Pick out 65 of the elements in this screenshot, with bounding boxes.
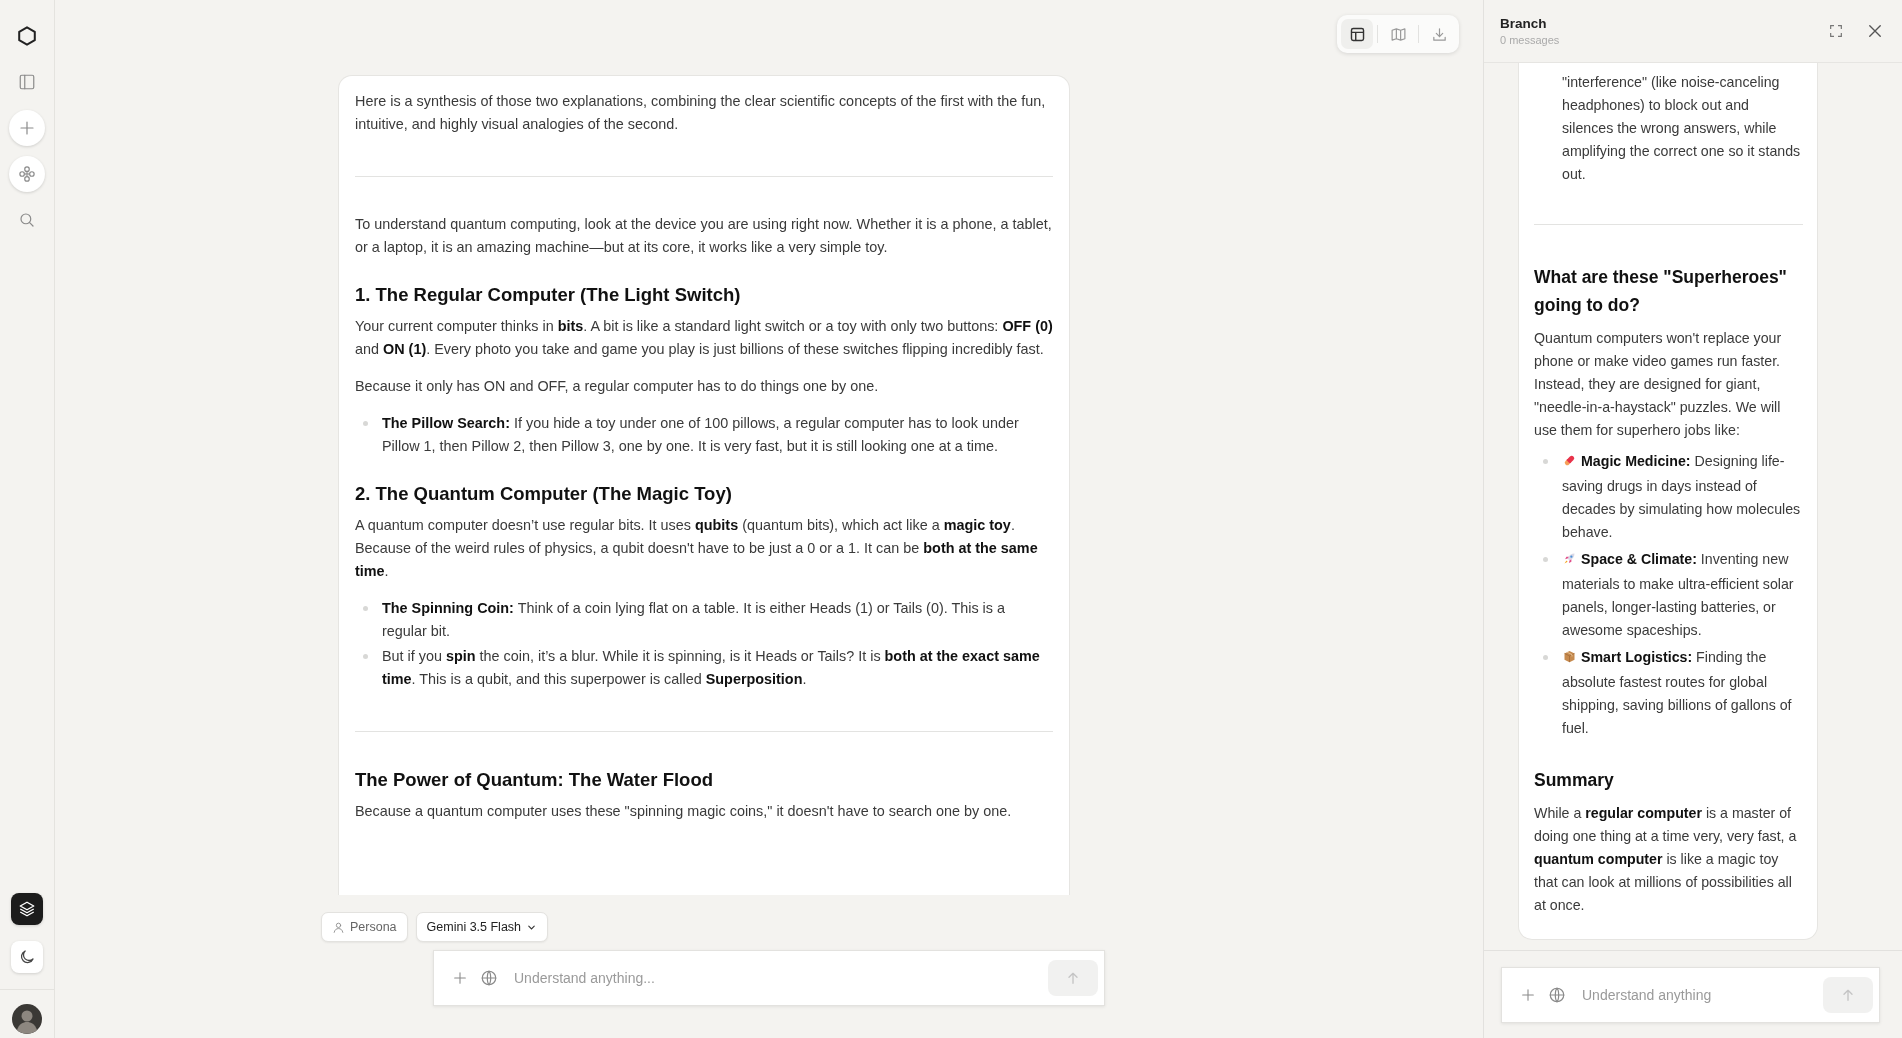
layers-icon bbox=[18, 900, 36, 918]
search-icon bbox=[18, 211, 36, 229]
heading: What are these "Superheroes" going to do? bbox=[1534, 266, 1788, 317]
attach-button[interactable] bbox=[452, 970, 468, 986]
bullet-dot bbox=[1543, 655, 1548, 660]
persona-button[interactable]: Persona bbox=[321, 912, 408, 942]
paragraph: Here is a synthesis of those two explanations, combining the clear scientific concepts of the first with the fun, intuitive, and highly visual analogies of the second. bbox=[355, 92, 1047, 134]
composer-bar[interactable]: Understand anything bbox=[1501, 966, 1880, 1023]
composer-bar[interactable]: Understand anything... bbox=[433, 950, 1105, 1006]
sidebar-button[interactable] bbox=[9, 156, 45, 192]
list-item-text: The Spinning Coin: Think of a coin lying flat on a table. It is either Heads (1) or Tails (0). This is a regular bit. bbox=[382, 600, 1005, 639]
paragraph: Because it only has ON and OFF, a regular computer has to do things one by one. bbox=[355, 377, 880, 396]
flower-icon bbox=[18, 165, 36, 183]
message-input[interactable]: Understand anything bbox=[1578, 982, 1811, 1007]
bullet-dot bbox=[363, 421, 368, 426]
globe-icon bbox=[480, 969, 498, 987]
theme-button[interactable] bbox=[11, 941, 43, 973]
paragraph: While a regular computer is a master of doing one thing at a time very, very fast, a quantum computer is like a magic toy that can look at millions of possibilities all at once. bbox=[1534, 804, 1798, 915]
expand-icon bbox=[1828, 23, 1844, 39]
rocket-icon bbox=[1562, 551, 1577, 566]
list-item-text: But if you spin the coin, it’s a blur. While it is spinning, is it Heads or Tails? It is both at the exact same time. This is a qubit, and this superpower is called Superposition. bbox=[382, 648, 1040, 687]
paragraph: Because a quantum computer uses these "spinning magic coins," it doesn't have to search one by one. bbox=[355, 802, 1013, 821]
message-count: 0 messages bbox=[1500, 34, 1560, 46]
toolbar-button[interactable] bbox=[1341, 19, 1373, 49]
heading: The Power of Quantum: The Water Flood bbox=[355, 768, 714, 792]
plus-icon bbox=[18, 119, 36, 137]
moon-icon bbox=[18, 948, 36, 966]
bullet-dot bbox=[1543, 459, 1548, 464]
download-icon bbox=[1430, 25, 1448, 43]
paragraph: Your current computer thinks in bits. A bit is like a standard light switch or a toy with only two buttons: OFF (0) and ON (1). Every photo you take and game you play is just billions of these switches flipping incredibly fast. bbox=[355, 317, 1053, 359]
person-icon bbox=[332, 920, 345, 934]
list-item-text: Smart Logistics: Finding the absolute fastest routes for global shipping, saving billions of gallons of fuel. bbox=[1562, 649, 1792, 736]
heading: Summary bbox=[1534, 769, 1615, 792]
new-chat-button[interactable] bbox=[9, 110, 45, 146]
map-icon bbox=[1389, 25, 1407, 43]
heading: 1. The Regular Computer (The Light Switch) bbox=[355, 283, 742, 307]
hexagon-logo-icon bbox=[16, 25, 38, 47]
bullet-dot bbox=[363, 606, 368, 611]
paragraph: "interference" (like noise-canceling headphones) to block out and silences the wrong answers, while amplifying the correct one so it stands out. bbox=[1561, 73, 1802, 184]
globe-icon bbox=[1548, 985, 1566, 1004]
panel-title: Branch bbox=[1500, 16, 1548, 31]
message-input[interactable]: Understand anything... bbox=[510, 966, 1036, 990]
list-item-text: Space & Climate: Inventing new materials to make ultra-efficient solar panels, longer-lasting batteries, or awesome spaceships. bbox=[1562, 551, 1794, 638]
bullet-dot bbox=[363, 654, 368, 659]
plus-icon bbox=[1520, 986, 1536, 1003]
pill-icon bbox=[1562, 453, 1577, 468]
layout-icon bbox=[1348, 25, 1366, 43]
list-item-text: Magic Medicine: Designing life-saving drugs in days instead of decades by simulating how molecules behave. bbox=[1562, 453, 1801, 540]
paragraph: A quantum computer doesn’t use regular bits. It uses qubits (quantum bits), which act like a magic toy. Because of the weird rules of physics, a qubit doesn't have to be just a 0 or a 1. It can be both at the same time. bbox=[355, 516, 1039, 581]
paragraph: To understand quantum computing, look at the device you are using right now. Whether it is a phone, a tablet, or a laptop, it is an amazing machine—but at its core, it works like a very simple toy. bbox=[355, 215, 1053, 257]
sidebar-panel-icon bbox=[18, 73, 36, 91]
attach-button[interactable] bbox=[1520, 986, 1536, 1003]
list-item-text: The Pillow Search: If you hide a toy under one of 100 pillows, a regular computer has to look under Pillow 1, then Pillow 2, then Pillow 3, one by one. It is very fast, but it is still looking one at a time. bbox=[382, 415, 1019, 454]
close-icon bbox=[1866, 22, 1884, 40]
model-dropdown[interactable]: Gemini 3.5 Flash bbox=[415, 912, 549, 942]
avatar[interactable] bbox=[12, 1004, 42, 1034]
bullet-dot bbox=[1543, 557, 1548, 562]
layers-button[interactable] bbox=[11, 893, 43, 925]
arrow-up-icon bbox=[1065, 970, 1081, 986]
box-icon bbox=[1562, 649, 1577, 664]
paragraph: Quantum computers won't replace your phone or make video games run faster. Instead, they are designed for giant, "needle-in-a-haystack" puzzles. We will use them for superhero jobs like: bbox=[1534, 329, 1783, 440]
heading: 2. The Quantum Computer (The Magic Toy) bbox=[355, 482, 733, 506]
plus-icon bbox=[452, 970, 468, 986]
web-search-button[interactable] bbox=[480, 969, 498, 987]
web-search-button[interactable] bbox=[1548, 985, 1566, 1004]
